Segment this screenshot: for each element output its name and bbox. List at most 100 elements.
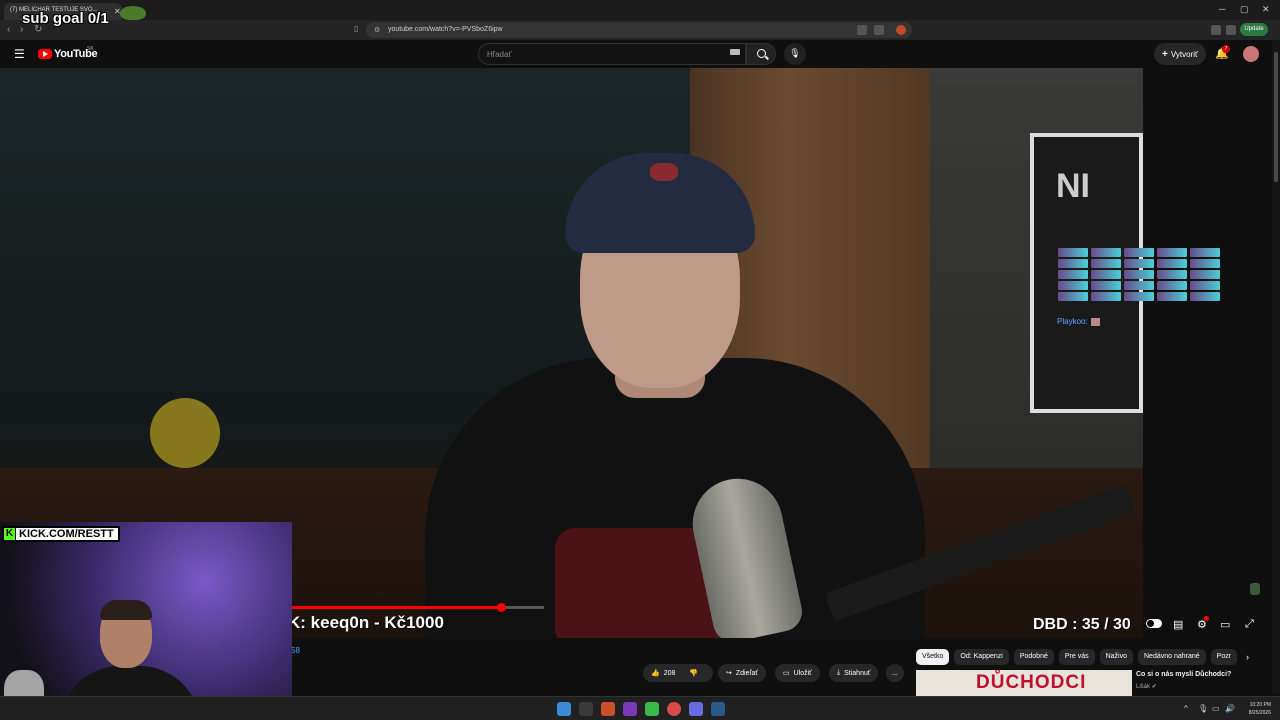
recommendation-chips: Všetko Od: Kappenzi Podobné Pre vás Naživo Ne… [916,649,1246,665]
kick-logo-icon: K [4,528,16,540]
voice-search-icon[interactable]: 🎙 [784,43,806,65]
theater-mode-icon[interactable]: ▭ [1220,618,1230,631]
like-count[interactable]: 208 [664,670,676,677]
chat-emote-icon [1091,281,1121,290]
chevron-right-icon[interactable]: › [1246,652,1249,662]
cam-hair [100,600,152,620]
like-icon[interactable]: 👍 [651,669,660,677]
kick-app-icon[interactable] [645,702,659,716]
bookmark-icon[interactable]: ▯ [354,24,358,33]
create-label: Vytvoriť [1170,50,1198,59]
chat-emote-icon [1090,317,1100,326]
chip-3[interactable]: Pre vás [1058,649,1095,665]
recommendation-title[interactable]: Co si o nás myslí Důchodci? [1136,671,1231,678]
network-icon[interactable]: ▭ [1212,704,1220,713]
progress-fill [292,606,502,609]
video-ball [150,398,220,468]
recommendation-channel[interactable]: Lišák ✔ [1136,683,1157,690]
chat-emote-icon [1190,292,1220,301]
dislike-icon[interactable]: 👎 [689,669,698,677]
download-label: Stiahnuť [844,669,871,677]
download-button[interactable]: ⤓ Stiahnuť [829,664,879,682]
hamburger-menu-icon[interactable]: ☰ [14,47,25,61]
chat-emote-icon [1157,259,1187,268]
recommendation-thumbnail[interactable]: DŮCHODCI [916,670,1132,696]
chat-emote-icon [1124,248,1154,257]
chat-emote-icon [1190,270,1220,279]
chip-0[interactable]: Všetko [916,649,950,665]
search-input[interactable]: Hľadať [478,43,746,65]
chat-emote-icon [1091,259,1121,268]
share-icon: ↪ [726,670,732,677]
steam-icon[interactable] [711,702,725,716]
extensions-icon[interactable] [1211,25,1221,35]
chat-username: Playkoo: [1057,317,1088,326]
chat-emote-icon [1190,248,1220,257]
dbd-counter: DBD : 35 / 30 [1033,616,1131,633]
subtitles-icon[interactable]: ▤ [1173,618,1183,631]
sub-goal-overlay: sub goal 0/1 [22,10,109,27]
cap-logo [650,163,678,181]
clock-date: 8/25/2026 [1248,710,1271,716]
save-button[interactable]: ▭ Uložiť [775,664,820,682]
cast-icon[interactable] [874,25,884,35]
maximize-icon[interactable]: ▢ [1240,4,1249,15]
stream-corner-icon [1250,583,1260,595]
kick-channel-badge: K KICK.COM/RESTT [2,526,120,542]
windows-start-icon[interactable] [557,702,571,716]
chrome-icon[interactable] [667,702,681,716]
fullscreen-icon[interactable]: ⤢ [1245,618,1254,631]
chat-message: Playkoo: [1057,317,1100,326]
url-text: youtube.com/watch?v=-PVSboZ6ipw [388,26,503,33]
download-icon: ⤓ [837,669,841,676]
clock[interactable]: 10:20 PM 8/25/2026 [1238,701,1271,717]
chat-emote-wall [1058,248,1220,304]
more-actions-button[interactable]: ... [886,664,904,682]
chat-emote-icon [1190,259,1220,268]
chip-1[interactable]: Od: Kappenzi [954,649,1009,665]
mic-tray-icon[interactable]: 🎙 [1198,704,1208,713]
chat-emote-icon [1058,259,1088,268]
youtube-header: ☰ YouTube SK Hľadať 🎙 + Vytvoriť 🔔 7 [0,40,1280,68]
player-count: 58 [291,646,300,655]
chat-emote-icon [1058,281,1088,290]
chat-emote-icon [1058,292,1088,301]
minimize-icon[interactable]: ─ [1219,4,1225,14]
task-view-icon[interactable] [579,702,593,716]
search-button[interactable] [746,43,776,65]
screen: (7) MELICHAR TESTUJE SVO... ✕ ─ ▢ ✕ ‹ › … [0,0,1280,720]
keyboard-icon[interactable] [730,49,740,55]
chip-6[interactable]: Pozr [1210,649,1238,665]
thumbnail-text: DŮCHODCI [976,672,1087,693]
chip-2[interactable]: Podobné [1013,649,1054,665]
translate-icon[interactable] [857,25,867,35]
wallet-icon[interactable] [1226,25,1236,35]
tray-chevron-icon[interactable]: ^ [1184,704,1188,713]
address-bar[interactable]: ⚙ youtube.com/watch?v=-PVSboZ6ipw [366,22,912,38]
youtube-logo-icon[interactable] [38,49,52,59]
chat-emote-icon [1058,248,1088,257]
volume-icon[interactable]: 🔊 [1225,704,1235,713]
scrollbar-thumb[interactable] [1274,52,1278,182]
update-button[interactable]: Update [1240,23,1268,36]
create-button[interactable]: + Vytvoriť [1154,43,1206,65]
autoplay-toggle[interactable] [1146,619,1162,628]
back-icon[interactable]: ‹ [7,24,10,35]
share-button[interactable]: ↪ Zdieľať [718,664,767,682]
hd-badge-icon [1204,616,1209,621]
twitch-icon[interactable] [623,702,637,716]
site-info-icon[interactable]: ⚙ [374,26,380,34]
browser-tab-bar: (7) MELICHAR TESTUJE SVO... ✕ ─ ▢ ✕ [0,0,1280,20]
close-window-icon[interactable]: ✕ [1262,4,1270,15]
chat-emote-icon [1124,259,1154,268]
brave-shield-icon[interactable] [896,25,906,35]
share-label: Zdieľať [735,669,759,677]
account-avatar[interactable] [1243,46,1259,62]
brave-browser-icon[interactable] [601,702,615,716]
video-progress-bar[interactable] [292,603,544,612]
discord-icon[interactable] [689,702,703,716]
page-scrollbar[interactable] [1272,40,1280,694]
chat-emote-icon [1091,248,1121,257]
chip-4[interactable]: Naživo [1099,649,1133,665]
chip-5[interactable]: Nedávno nahrané [1138,649,1206,665]
